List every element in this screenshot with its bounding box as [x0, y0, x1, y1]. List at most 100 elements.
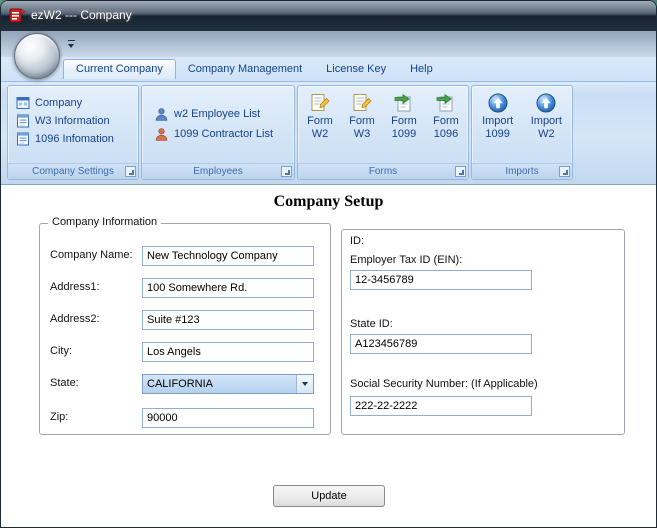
form-button-label: W3 — [353, 128, 371, 140]
form-button-label: Form — [307, 115, 333, 127]
group-label-text: Forms — [368, 166, 398, 177]
main-content: Company Setup Company Information Compan… — [1, 185, 656, 527]
form-button-label: W2 — [311, 128, 329, 140]
app-window: ezW2 --- Company Current Company Company … — [0, 0, 657, 528]
zip-input[interactable] — [142, 408, 314, 428]
nav-item-w2-employee-list[interactable]: w2 Employee List — [152, 104, 290, 124]
contractor-person-icon — [154, 127, 169, 142]
zip-row: Zip: — [50, 408, 322, 428]
state-label: State: — [50, 377, 79, 389]
import-1099-icon — [487, 92, 509, 114]
ribbon: Company W3 Information 1096 Infomation C… — [1, 81, 656, 185]
ssn-label: Social Security Number: (If Applicable) — [350, 378, 538, 390]
nav-item-label: W3 Information — [35, 115, 110, 127]
company-name-label: Company Name: — [50, 249, 133, 261]
import-button-label: Import — [482, 115, 514, 127]
import-button-label: Import — [530, 115, 562, 127]
dialog-launcher-icon[interactable] — [281, 166, 292, 177]
nav-item-w3-information[interactable]: W3 Information — [14, 112, 134, 130]
ribbon-tabs: Current Company Company Management License… — [1, 57, 656, 81]
group-label-text: Imports — [505, 166, 539, 177]
tab-current-company[interactable]: Current Company — [63, 59, 176, 79]
chevron-down-icon — [302, 382, 308, 386]
dialog-launcher-icon[interactable] — [125, 166, 136, 177]
ein-input[interactable] — [350, 270, 532, 290]
import-w2-button[interactable]: Import W2 — [523, 89, 569, 163]
form-w2-button[interactable]: Form W2 — [300, 89, 340, 163]
company-icon — [16, 96, 30, 110]
application-menu-button[interactable] — [14, 33, 60, 79]
company-information-box: Company Information Company Name: Addres… — [39, 216, 331, 435]
form-button-label: 1096 — [433, 128, 459, 140]
id-box: ID: Employer Tax ID (EIN): State ID: Soc… — [341, 229, 625, 435]
dialog-launcher-icon[interactable] — [455, 166, 466, 177]
state-id-label: State ID: — [350, 318, 393, 330]
city-row: City: — [50, 342, 322, 362]
nav-item-label: w2 Employee List — [174, 108, 261, 120]
address1-input[interactable] — [142, 278, 314, 298]
address2-row: Address2: — [50, 310, 322, 330]
group-label-company-settings: Company Settings — [8, 163, 138, 179]
address1-label: Address1: — [50, 281, 100, 293]
group-label-employees: Employees — [142, 163, 294, 179]
nav-item-company[interactable]: Company — [14, 94, 134, 112]
update-button[interactable]: Update — [273, 485, 385, 507]
form-w2-icon — [309, 92, 331, 114]
import-button-label: 1099 — [485, 128, 510, 140]
company-information-legend: Company Information — [48, 216, 162, 228]
w3-information-icon — [16, 114, 30, 128]
ribbon-group-employees: w2 Employee List 1099 Contractor List Em… — [141, 85, 295, 180]
form-button-label: Form — [433, 115, 459, 127]
form-w3-icon — [351, 92, 373, 114]
id-heading: ID: — [350, 235, 365, 247]
nav-item-1096-infomation[interactable]: 1096 Infomation — [14, 130, 134, 148]
form-1096-button[interactable]: Form 1096 — [426, 89, 466, 163]
tab-license-key[interactable]: License Key — [314, 59, 398, 78]
dialog-launcher-icon[interactable] — [559, 166, 570, 177]
1096-infomation-icon — [16, 132, 30, 146]
window-title: ezW2 --- Company — [31, 8, 132, 22]
quick-access-toolbar — [1, 31, 656, 58]
state-select[interactable]: CALIFORNIA — [142, 374, 314, 394]
company-name-input[interactable] — [142, 246, 314, 266]
titlebar[interactable]: ezW2 --- Company — [1, 1, 656, 31]
ssn-input[interactable] — [350, 396, 532, 416]
form-1096-icon — [435, 92, 457, 114]
city-label: City: — [50, 345, 72, 357]
company-name-row: Company Name: — [50, 246, 322, 266]
city-input[interactable] — [142, 342, 314, 362]
page-title: Company Setup — [273, 193, 384, 210]
tab-help[interactable]: Help — [398, 59, 445, 78]
state-row: State: CALIFORNIA — [50, 374, 322, 394]
ein-label: Employer Tax ID (EIN): — [350, 254, 463, 266]
tab-company-management[interactable]: Company Management — [176, 59, 314, 78]
form-w3-button[interactable]: Form W3 — [342, 89, 382, 163]
state-select-value: CALIFORNIA — [143, 375, 296, 393]
form-button-label: Form — [391, 115, 417, 127]
ribbon-group-imports: Import 1099 Import W2 Imports — [471, 85, 573, 180]
form-1099-icon — [393, 92, 415, 114]
employee-person-icon — [154, 107, 169, 122]
form-1099-button[interactable]: Form 1099 — [384, 89, 424, 163]
address2-label: Address2: — [50, 313, 100, 325]
group-label-text: Employees — [193, 166, 243, 177]
nav-item-label: 1096 Infomation — [35, 133, 114, 145]
group-label-imports: Imports — [472, 163, 572, 179]
nav-item-1099-contractor-list[interactable]: 1099 Contractor List — [152, 124, 290, 144]
form-button-label: 1099 — [391, 128, 417, 140]
state-select-dropdown-button[interactable] — [296, 375, 313, 393]
group-label-forms: Forms — [298, 163, 468, 179]
import-button-label: W2 — [538, 128, 555, 140]
ribbon-group-company-settings: Company W3 Information 1096 Infomation C… — [7, 85, 139, 180]
toolbar-options-button[interactable] — [65, 38, 79, 52]
ribbon-group-forms: Form W2 Form W3 Form 1099 Form 1096 Form… — [297, 85, 469, 180]
import-w2-icon — [535, 92, 557, 114]
nav-item-label: Company — [35, 97, 83, 109]
state-id-input[interactable] — [350, 334, 532, 354]
form-button-label: Form — [349, 115, 375, 127]
app-icon — [9, 7, 26, 24]
address2-input[interactable] — [142, 310, 314, 330]
group-label-text: Company Settings — [32, 166, 114, 177]
zip-label: Zip: — [50, 411, 69, 423]
import-1099-button[interactable]: Import 1099 — [475, 89, 521, 163]
